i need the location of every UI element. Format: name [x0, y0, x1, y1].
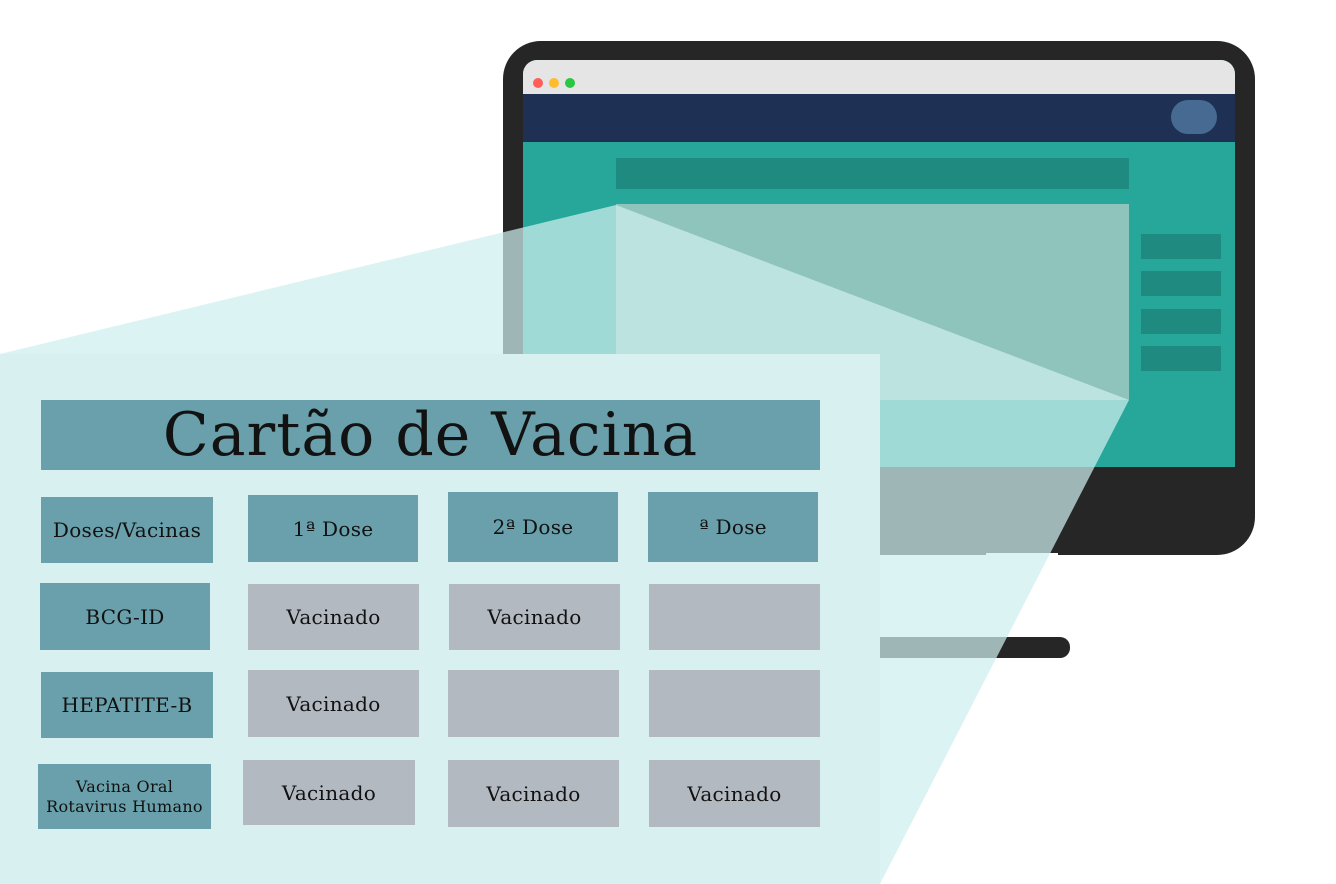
- vaccine-label-bcg: BCG-ID: [40, 583, 210, 650]
- dose-cell[interactable]: Vacinado: [243, 760, 415, 825]
- vaccine-label-hepatite-b: HEPATITE-B: [41, 672, 213, 738]
- dose-cell[interactable]: [448, 670, 619, 737]
- dose-cell[interactable]: Vacinado: [248, 670, 419, 737]
- header-doses-vacinas: Doses/Vacinas: [41, 497, 213, 563]
- dose-cell[interactable]: Vacinado: [248, 584, 419, 650]
- card-title: Cartão de Vacina: [41, 400, 820, 470]
- header-dose-1: 1ª Dose: [248, 495, 418, 562]
- dose-cell[interactable]: [649, 584, 820, 650]
- vaccine-label-rotavirus: Vacina Oral Rotavirus Humano: [38, 764, 211, 829]
- dose-cell[interactable]: Vacinado: [649, 760, 820, 827]
- header-dose-2: 2ª Dose: [448, 492, 618, 562]
- dose-cell[interactable]: Vacinado: [448, 760, 619, 827]
- header-dose-3: ª Dose: [648, 492, 818, 562]
- dose-cell[interactable]: [649, 670, 820, 737]
- dose-cell[interactable]: Vacinado: [449, 584, 620, 650]
